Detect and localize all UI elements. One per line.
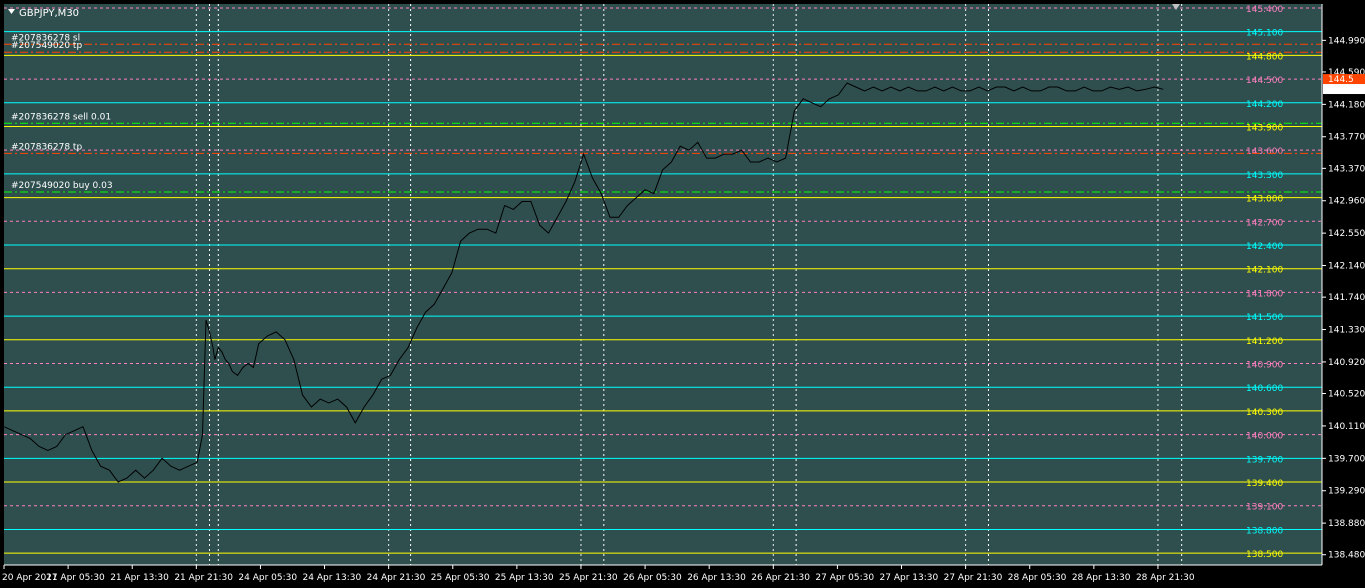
trade-line-label: #207836278 tp [11, 142, 82, 152]
price-axis-tick-label: 139.290 [1328, 487, 1365, 497]
symbol-timeframe-label: GBPJPY,M30 [19, 8, 79, 19]
level-label: 138.800 [1246, 526, 1283, 536]
time-axis-tick-label: 24 Apr 13:30 [303, 573, 362, 583]
chart-window: 145.400 145.100 144.800 144.500 144.200 143.9… [0, 0, 1365, 588]
time-axis-tick-label: 24 Apr 21:30 [367, 573, 426, 583]
level-label: 143.600 [1246, 147, 1283, 157]
level-label: 145.400 [1246, 5, 1283, 15]
level-label: 139.400 [1246, 479, 1283, 489]
time-axis-tick-label: 26 Apr 21:30 [751, 573, 810, 583]
level-label: 138.500 [1246, 550, 1283, 560]
level-label: 140.300 [1246, 408, 1283, 418]
time-axis-tick-label: 24 Apr 05:30 [238, 573, 297, 583]
trade-line-label: #207836278 sell 0.01 [11, 112, 111, 122]
time-axis-tick-label: 26 Apr 13:30 [687, 573, 746, 583]
price-axis-tick-label: 141.330 [1328, 326, 1365, 336]
level-label: 144.500 [1246, 76, 1283, 86]
price-axis-tick-label: 140.110 [1328, 422, 1365, 432]
level-label: 141.200 [1246, 337, 1283, 347]
price-axis-tick-label: 140.920 [1328, 358, 1365, 368]
price-axis-tick-label: 144.180 [1328, 100, 1365, 110]
level-label: 139.100 [1246, 503, 1283, 513]
trade-line-label: #207549020 tp [11, 41, 82, 51]
price-axis-tick-label: 142.550 [1328, 229, 1365, 239]
price-axis-tick-label: 143.370 [1328, 164, 1365, 174]
time-axis-tick-label: 28 Apr 21:30 [1136, 573, 1195, 583]
time-axis-tick-label: 21 Apr 21:30 [174, 573, 233, 583]
time-axis-tick-label: 25 Apr 13:30 [495, 573, 554, 583]
level-label: 142.700 [1246, 218, 1283, 228]
level-label: 143.900 [1246, 123, 1283, 133]
price-axis-tick-label: 144.990 [1328, 36, 1365, 46]
time-axis-tick-label: 28 Apr 13:30 [1072, 573, 1131, 583]
level-label: 144.800 [1246, 52, 1283, 62]
level-label: 141.500 [1246, 313, 1283, 323]
level-label: 143.000 [1246, 195, 1283, 205]
time-axis-tick-label: 25 Apr 21:30 [559, 573, 618, 583]
time-axis-tick-label: 25 Apr 05:30 [431, 573, 490, 583]
level-label: 141.800 [1246, 289, 1283, 299]
price-axis-tick-label: 138.880 [1328, 519, 1365, 529]
price-axis-tick-label: 142.960 [1328, 197, 1365, 207]
price-axis-tick-label: 140.520 [1328, 390, 1365, 400]
alert-price-text: 144.5 [1328, 75, 1354, 85]
price-axis-tick-label: 139.700 [1328, 454, 1365, 464]
time-axis-tick-label: 27 Apr 13:30 [880, 573, 939, 583]
level-label: 140.000 [1246, 432, 1283, 442]
time-axis-tick-label: 27 Apr 05:30 [815, 573, 874, 583]
price-chart: 145.400 145.100 144.800 144.500 144.200 143.9… [2, 0, 1365, 588]
level-label: 143.300 [1246, 171, 1283, 181]
price-axis-tick-label: 143.770 [1328, 133, 1365, 143]
current-price-text: 144.374 [1328, 85, 1365, 95]
price-axis-tick-label: 138.480 [1328, 551, 1365, 561]
trade-line-label: #207549020 buy 0.03 [11, 181, 113, 191]
time-axis-tick-label: 21 Apr 13:30 [110, 573, 169, 583]
level-label: 142.100 [1246, 266, 1283, 276]
time-axis-tick-label: 26 Apr 05:30 [623, 573, 682, 583]
level-label: 144.200 [1246, 100, 1283, 110]
level-label: 145.100 [1246, 29, 1283, 39]
price-axis-tick-label: 142.140 [1328, 262, 1365, 272]
level-label: 139.700 [1246, 455, 1283, 465]
price-axis-tick-label: 141.740 [1328, 293, 1365, 303]
level-label: 140.600 [1246, 384, 1283, 394]
level-label: 142.400 [1246, 242, 1283, 252]
time-axis-tick-label: 21 Apr 05:30 [46, 573, 105, 583]
time-axis-tick-label: 28 Apr 05:30 [1008, 573, 1067, 583]
level-label: 140.900 [1246, 361, 1283, 371]
time-axis-tick-label: 27 Apr 21:30 [944, 573, 1003, 583]
